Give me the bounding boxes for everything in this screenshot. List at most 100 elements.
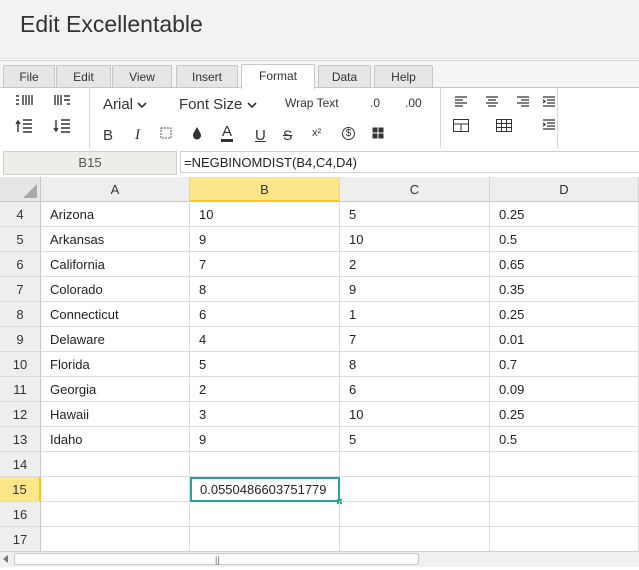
cell-a[interactable]: Arkansas [41,227,190,252]
cell-d[interactable]: 0.25 [490,402,639,427]
cell-d[interactable]: 0.5 [490,227,639,252]
indent-icon[interactable] [15,118,33,134]
cell-b[interactable] [190,502,340,527]
row-header[interactable]: 10 [0,352,41,377]
italic-button[interactable]: I [135,128,140,143]
cell-c[interactable]: 10 [340,227,490,252]
currency-button[interactable]: $ [342,127,355,140]
tab-edit[interactable]: Edit [56,65,111,88]
align-center-icon[interactable] [485,96,499,108]
cell-c[interactable]: 9 [340,277,490,302]
row-header[interactable]: 8 [0,302,41,327]
tab-file[interactable]: File [3,65,55,88]
cell-b[interactable]: 3 [190,402,340,427]
cell-a[interactable] [41,452,190,477]
cell-d[interactable]: 0.25 [490,202,639,227]
cell-a[interactable]: Georgia [41,377,190,402]
cell-a[interactable]: Colorado [41,277,190,302]
strikethrough-button[interactable]: S [283,128,292,142]
formula-input[interactable]: =NEGBINOMDIST(B4,C4,D4) [180,151,639,173]
align-right-icon[interactable] [516,96,530,108]
cell-c[interactable] [340,527,490,552]
column-header-c[interactable]: C [340,177,490,202]
scroll-left-icon[interactable] [3,555,8,563]
cell-a[interactable] [41,502,190,527]
bold-button[interactable]: B [103,128,113,143]
cell-c[interactable]: 1 [340,302,490,327]
cell-d[interactable]: 0.5 [490,427,639,452]
row-header[interactable]: 11 [0,377,41,402]
insert-rows-icon[interactable] [15,94,33,108]
cell-c[interactable] [340,502,490,527]
fill-color-icon[interactable] [192,126,202,140]
decrease-decimal-button[interactable]: .0 [370,97,380,109]
font-color-button[interactable]: A [221,124,234,142]
align-justify-icon[interactable] [542,96,556,108]
cell-a[interactable] [41,527,190,552]
cell-b[interactable] [190,452,340,477]
cell-c[interactable]: 6 [340,377,490,402]
table-icon[interactable] [496,119,512,132]
cell-d[interactable] [490,527,639,552]
cell-c[interactable]: 2 [340,252,490,277]
cell-b[interactable]: 6 [190,302,340,327]
cell-c[interactable]: 10 [340,402,490,427]
scrollbar-thumb[interactable]: || [14,553,419,565]
cell-a[interactable]: Florida [41,352,190,377]
cell-a[interactable] [41,477,190,502]
cell-a[interactable]: Hawaii [41,402,190,427]
row-header[interactable]: 13 [0,427,41,452]
column-header-a[interactable]: A [41,177,190,202]
superscript-button[interactable]: x² [312,128,321,139]
cell-d[interactable]: 0.35 [490,277,639,302]
cell-d[interactable] [490,502,639,527]
cell-a[interactable]: Connecticut [41,302,190,327]
tab-help[interactable]: Help [374,65,433,88]
cell-a[interactable]: California [41,252,190,277]
column-header-b[interactable]: B [190,177,340,202]
row-header[interactable]: 6 [0,252,41,277]
borders-icon[interactable] [453,119,469,132]
row-header[interactable]: 17 [0,527,41,552]
cell-c[interactable]: 7 [340,327,490,352]
cell-b[interactable]: 7 [190,252,340,277]
cell-b[interactable]: 5 [190,352,340,377]
cell-d[interactable]: 0.25 [490,302,639,327]
cell-d[interactable]: 0.01 [490,327,639,352]
cell-b[interactable]: 9 [190,427,340,452]
cell-a[interactable]: Arizona [41,202,190,227]
cell-d[interactable] [490,477,639,502]
row-header[interactable]: 7 [0,277,41,302]
horizontal-scrollbar[interactable]: || [0,551,639,567]
row-header[interactable]: 9 [0,327,41,352]
cell-d[interactable]: 0.7 [490,352,639,377]
wrap-icon[interactable] [542,119,556,131]
select-all-corner[interactable] [0,177,41,202]
row-header[interactable]: 12 [0,402,41,427]
cell-d[interactable]: 0.09 [490,377,639,402]
tab-insert[interactable]: Insert [176,65,238,88]
merge-cells-icon[interactable] [372,127,384,139]
column-header-d[interactable]: D [490,177,639,202]
cell-b[interactable]: 10 [190,202,340,227]
cell-b[interactable]: 2 [190,377,340,402]
font-family-select[interactable]: Arial [103,97,147,112]
tab-view[interactable]: View [112,65,172,88]
row-header[interactable]: 14 [0,452,41,477]
insert-columns-icon[interactable] [53,94,71,108]
row-header[interactable]: 16 [0,502,41,527]
tab-format[interactable]: Format [241,64,315,89]
font-size-select[interactable]: Font Size [179,97,257,112]
increase-decimal-button[interactable]: .00 [405,97,422,109]
cell-style-icon[interactable] [160,127,172,139]
cell-b[interactable]: 8 [190,277,340,302]
underline-button[interactable]: U [255,128,266,143]
cell-reference-box[interactable]: B15 [3,151,177,175]
row-header[interactable]: 5 [0,227,41,252]
cell-c[interactable] [340,452,490,477]
wrap-text-button[interactable]: Wrap Text [285,97,339,109]
cell-b[interactable]: 4 [190,327,340,352]
outdent-icon[interactable] [53,118,71,134]
row-header[interactable]: 4 [0,202,41,227]
cell-b[interactable] [190,527,340,552]
